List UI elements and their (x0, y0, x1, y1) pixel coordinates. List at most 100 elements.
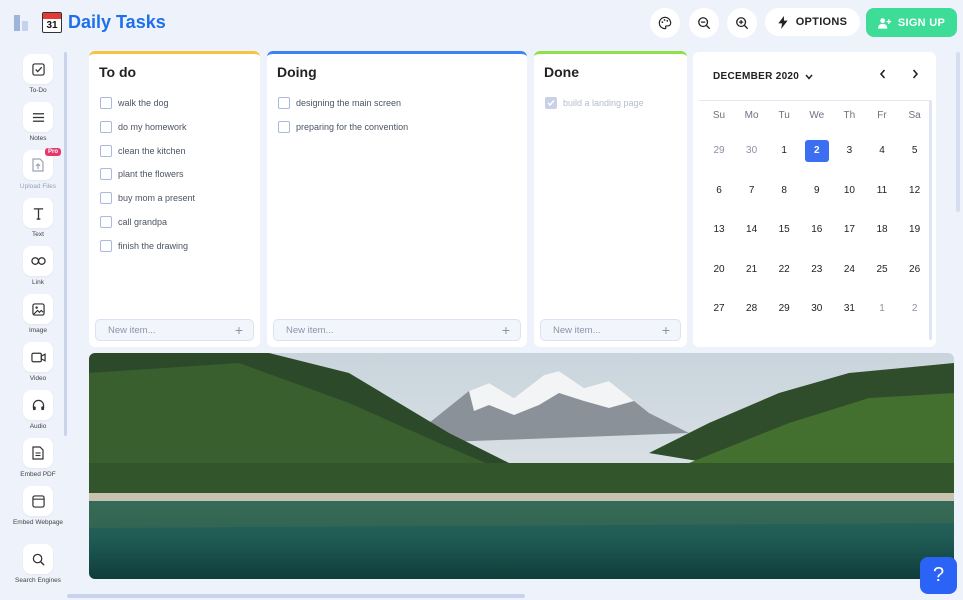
calendar-day[interactable]: 5 (903, 140, 927, 162)
calendar-day[interactable]: 28 (740, 298, 764, 320)
sidebar-item-notes[interactable]: Notes (9, 102, 67, 143)
task-item[interactable]: walk the dog (100, 97, 169, 109)
task-checkbox[interactable] (100, 121, 112, 133)
calendar-day[interactable]: 9 (805, 180, 829, 202)
calendar-day[interactable]: 17 (837, 219, 861, 241)
sidebar-item-label: Link (32, 279, 44, 286)
calendar-day[interactable]: 29 (772, 298, 796, 320)
calendar-day[interactable]: 18 (870, 219, 894, 241)
plus-icon[interactable]: + (502, 322, 510, 338)
pdf-icon (32, 446, 44, 460)
calendar-day[interactable]: 30 (740, 140, 764, 162)
calendar-day[interactable]: 25 (870, 259, 894, 281)
task-checkbox[interactable] (100, 168, 112, 180)
theme-palette-button[interactable] (650, 8, 680, 38)
sidebar-item-upload-files[interactable]: Pro Upload Files (9, 148, 67, 191)
prev-month-button[interactable] (879, 68, 887, 82)
task-checkbox[interactable] (100, 240, 112, 252)
sidebar-item-embed-pdf[interactable]: Embed PDF (9, 438, 67, 479)
month-selector[interactable]: DECEMBER 2020 (713, 71, 813, 82)
calendar-day[interactable]: 26 (903, 259, 927, 281)
task-checkbox[interactable] (278, 97, 290, 109)
calendar-day[interactable]: 12 (903, 180, 927, 202)
task-checkbox[interactable] (278, 121, 290, 133)
plus-icon[interactable]: + (235, 322, 243, 338)
sidebar-item-search-engines[interactable]: Search Engines (9, 544, 67, 585)
chevron-left-icon (879, 69, 886, 79)
zoom-in-button[interactable] (727, 8, 757, 38)
calendar-day[interactable]: 20 (707, 259, 731, 281)
task-checkbox-checked[interactable] (545, 97, 557, 109)
task-item[interactable]: preparing for the convention (278, 121, 408, 133)
calendar-day[interactable]: 22 (772, 259, 796, 281)
calendar-day[interactable]: 10 (837, 180, 861, 202)
zoom-out-button[interactable] (689, 8, 719, 38)
landscape-image[interactable] (89, 353, 954, 579)
sign-up-label: SIGN UP (897, 16, 946, 29)
calendar-day[interactable]: 27 (707, 298, 731, 320)
sidebar-item-label: Image (28, 327, 48, 334)
calendar-day[interactable]: 2 (903, 298, 927, 320)
sidebar-item-audio[interactable]: Audio (9, 390, 67, 431)
options-button[interactable]: OPTIONS (765, 8, 860, 36)
calendar-day[interactable]: 23 (805, 259, 829, 281)
todo-column: To do walk the dog do my homework clean … (89, 51, 260, 347)
task-item[interactable]: plant the flowers (100, 168, 184, 180)
task-item[interactable]: finish the drawing (100, 240, 188, 252)
task-checkbox[interactable] (100, 145, 112, 157)
task-checkbox[interactable] (100, 216, 112, 228)
calendar-day[interactable]: 11 (870, 180, 894, 202)
task-item[interactable]: buy mom a present (100, 192, 195, 204)
new-item-input[interactable]: New item... + (95, 319, 254, 341)
task-checkbox[interactable] (100, 97, 112, 109)
new-item-input[interactable]: New item... + (540, 319, 681, 341)
calendar-scrollbar[interactable] (929, 100, 932, 340)
weekday-label: Su (712, 110, 726, 121)
sidebar-item-label: Audio (29, 423, 47, 430)
sidebar-item-label: Upload Files (19, 183, 57, 190)
horizontal-scrollbar[interactable] (67, 594, 525, 598)
chevron-right-icon (912, 69, 919, 79)
sidebar-item-link[interactable]: Link (9, 246, 67, 287)
next-month-button[interactable] (911, 68, 919, 82)
page-scrollbar[interactable] (956, 52, 960, 212)
calendar-day[interactable]: 2 (804, 140, 829, 162)
calendar-day[interactable]: 19 (903, 219, 927, 241)
task-item[interactable]: call grandpa (100, 216, 167, 228)
calendar-day[interactable]: 30 (805, 298, 829, 320)
sidebar-item-text[interactable]: Text (9, 198, 67, 239)
help-button[interactable]: ? (920, 557, 957, 594)
task-item[interactable]: clean the kitchen (100, 145, 186, 157)
calendar-day[interactable]: 14 (740, 219, 764, 241)
task-checkbox[interactable] (100, 192, 112, 204)
new-item-input[interactable]: New item... + (273, 319, 521, 341)
calendar-day[interactable]: 24 (837, 259, 861, 281)
sidebar-item-embed-webpage[interactable]: Embed Webpage (9, 486, 67, 527)
task-text: buy mom a present (118, 193, 196, 203)
calendar-day[interactable]: 3 (837, 140, 861, 162)
calendar-day[interactable]: 21 (740, 259, 764, 281)
calendar-day[interactable]: 31 (837, 298, 861, 320)
calendar-day[interactable]: 1 (772, 140, 796, 162)
calendar-day[interactable]: 8 (772, 180, 796, 202)
calendar-day[interactable]: 7 (740, 180, 764, 202)
task-text: finish the drawing (118, 241, 189, 251)
sign-up-button[interactable]: SIGN UP (866, 8, 957, 37)
calendar-day[interactable]: 13 (707, 219, 731, 241)
sidebar-item-video[interactable]: Video (9, 342, 67, 383)
calendar-day[interactable]: 6 (707, 180, 731, 202)
sidebar-item-todo[interactable]: To-Do (9, 54, 67, 95)
calendar-day[interactable]: 4 (870, 140, 894, 162)
plus-icon[interactable]: + (662, 322, 670, 338)
calendar-day[interactable]: 1 (870, 298, 894, 320)
options-label: OPTIONS (795, 16, 848, 28)
calendar-day[interactable]: 16 (805, 219, 829, 241)
task-item[interactable]: do my homework (100, 121, 187, 133)
task-item[interactable]: designing the main screen (278, 97, 401, 109)
app-logo-icon[interactable] (14, 15, 30, 31)
calendar-day[interactable]: 29 (707, 140, 731, 162)
task-text: plant the flowers (118, 169, 184, 179)
task-item[interactable]: build a landing page (545, 97, 644, 109)
sidebar-item-image[interactable]: Image (9, 294, 67, 335)
calendar-day[interactable]: 15 (772, 219, 796, 241)
